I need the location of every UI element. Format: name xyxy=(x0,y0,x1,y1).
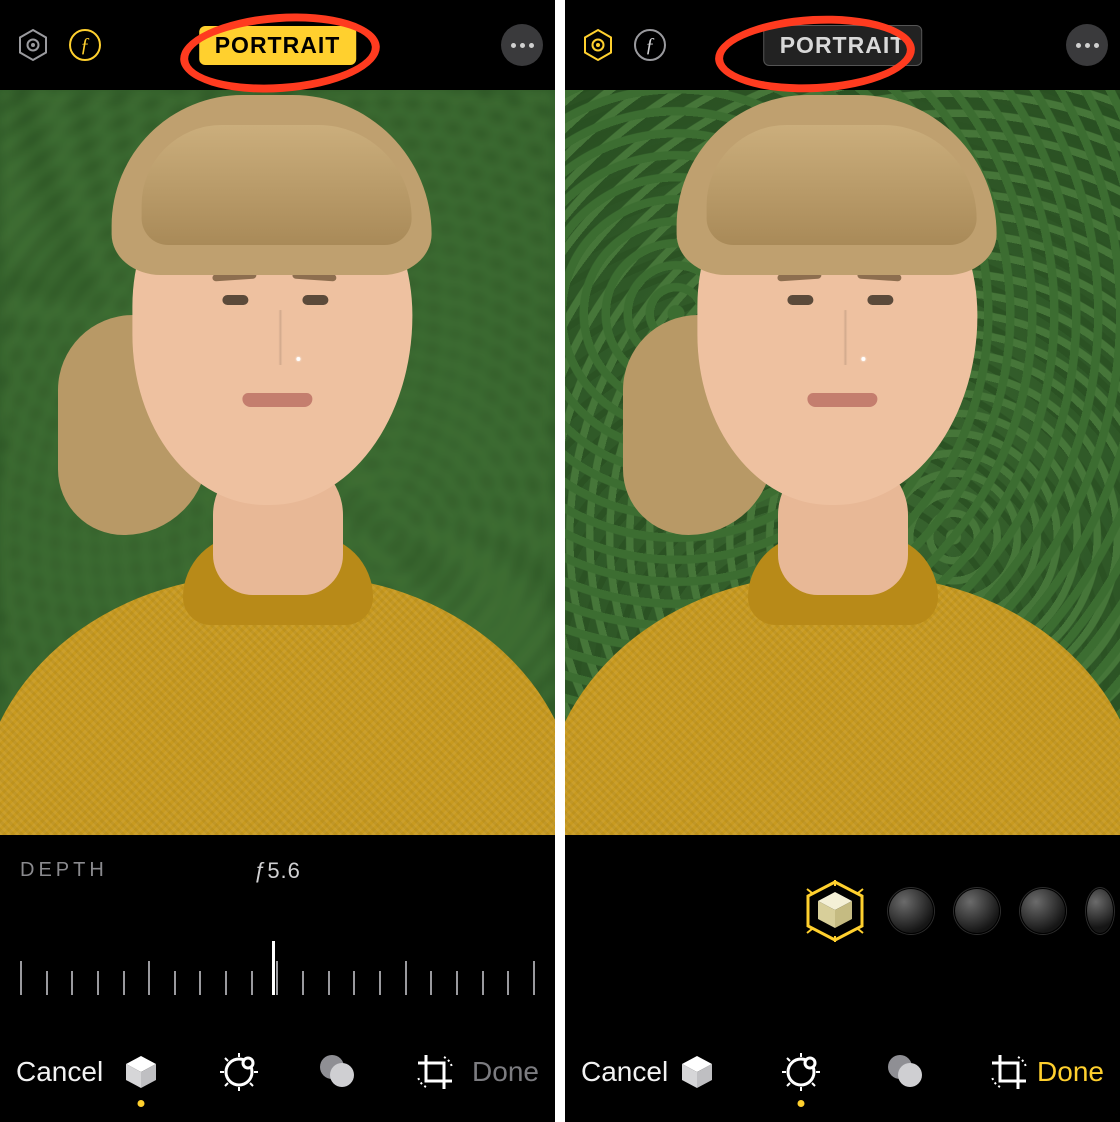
cube-icon xyxy=(677,1052,717,1092)
filters-venn-icon xyxy=(884,1051,926,1093)
f-stop-icon[interactable]: ƒ xyxy=(64,24,106,66)
lighting-option[interactable] xyxy=(888,888,934,934)
tab-portrait[interactable] xyxy=(118,1049,164,1095)
filters-venn-icon xyxy=(316,1051,358,1093)
portrait-badge[interactable]: PORTRAIT xyxy=(199,26,357,65)
portrait-badge[interactable]: PORTRAIT xyxy=(763,25,923,66)
more-icon[interactable] xyxy=(501,24,543,66)
screenshot-left: ƒ PORTRAIT xyxy=(0,0,555,1122)
portrait-lighting-picker[interactable] xyxy=(565,871,1120,951)
depth-readout: DEPTH ƒ5.6 xyxy=(0,859,555,882)
screenshot-right: ƒ PORTRAIT .pane:nth-of-type(3) .anno{ l… xyxy=(565,0,1120,1122)
svg-text:ƒ: ƒ xyxy=(645,34,655,56)
depth-slider-cursor[interactable] xyxy=(272,941,275,995)
tab-crop[interactable] xyxy=(986,1049,1032,1095)
tab-filters[interactable] xyxy=(882,1049,928,1095)
photo-preview[interactable] xyxy=(0,90,555,835)
adjust-dial-icon xyxy=(780,1051,822,1093)
depth-value: ƒ5.6 xyxy=(254,858,301,884)
lighting-option[interactable] xyxy=(954,888,1000,934)
crop-rotate-icon xyxy=(988,1051,1030,1093)
hexagon-target-icon[interactable] xyxy=(12,24,54,66)
lighting-option[interactable] xyxy=(1020,888,1066,934)
f-stop-icon[interactable]: ƒ xyxy=(629,24,671,66)
hexagon-cube-icon xyxy=(802,878,868,944)
more-icon[interactable] xyxy=(1066,24,1108,66)
depth-slider[interactable] xyxy=(20,925,535,995)
crop-rotate-icon xyxy=(414,1051,456,1093)
tab-filters[interactable] xyxy=(314,1049,360,1095)
done-button[interactable]: Done xyxy=(472,1056,539,1088)
cancel-button[interactable]: Cancel xyxy=(16,1056,103,1088)
top-toolbar: ƒ PORTRAIT xyxy=(0,0,555,90)
tab-crop[interactable] xyxy=(412,1049,458,1095)
bottom-tabbar: Cancel xyxy=(0,1022,555,1122)
lighting-option-selected[interactable] xyxy=(802,878,868,944)
done-button[interactable]: Done xyxy=(1037,1056,1104,1088)
cube-icon xyxy=(121,1052,161,1092)
bottom-tabbar: Cancel xyxy=(565,1022,1120,1122)
top-toolbar: ƒ PORTRAIT xyxy=(565,0,1120,90)
hexagon-target-icon[interactable] xyxy=(577,24,619,66)
tab-adjust[interactable] xyxy=(216,1049,262,1095)
depth-label: DEPTH xyxy=(20,859,108,882)
tab-portrait[interactable] xyxy=(674,1049,720,1095)
photo-preview[interactable] xyxy=(565,90,1120,835)
lighting-option[interactable] xyxy=(1086,888,1114,934)
tab-adjust[interactable] xyxy=(778,1049,824,1095)
tab-indicator-dot xyxy=(797,1100,804,1107)
tab-indicator-dot xyxy=(137,1100,144,1107)
svg-text:ƒ: ƒ xyxy=(80,34,90,56)
cancel-button[interactable]: Cancel xyxy=(581,1056,668,1088)
adjust-dial-icon xyxy=(218,1051,260,1093)
